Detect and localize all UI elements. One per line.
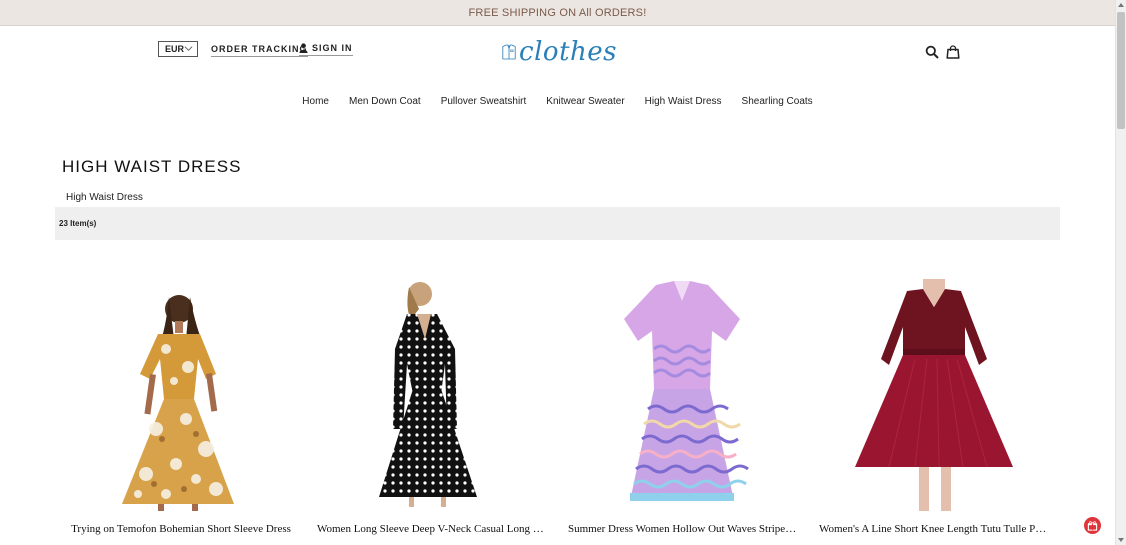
scrollbar-thumb[interactable]: [1117, 12, 1125, 129]
page-title: HIGH WAIST DRESS: [62, 157, 242, 176]
product-name[interactable]: Women Long Sleeve Deep V-Neck Casual Lon…: [317, 523, 547, 535]
product-image[interactable]: [317, 279, 547, 511]
striped-knit-dress-illustration: [624, 281, 749, 501]
floating-chat-button[interactable]: [1084, 517, 1101, 534]
user-icon: [299, 43, 308, 53]
promo-bar: FREE SHIPPING ON All ORDERS!: [0, 0, 1115, 26]
nav-item-home[interactable]: Home: [302, 96, 329, 107]
nav-item-pullover-sweatshirt[interactable]: Pullover Sweatshirt: [441, 96, 527, 107]
polka-dot-dress-illustration: [379, 282, 477, 507]
product-image[interactable]: [819, 279, 1049, 511]
shopping-bag-icon[interactable]: [946, 45, 960, 59]
vertical-scrollbar[interactable]: [1115, 0, 1126, 545]
order-tracking-label: ORDER TRACKING: [211, 44, 308, 54]
product-card[interactable]: Women Long Sleeve Deep V-Neck Casual Lon…: [317, 279, 547, 535]
product-toolbar: 23 Item(s): [55, 207, 1060, 240]
nav-item-high-waist-dress[interactable]: High Waist Dress: [645, 96, 722, 107]
main-nav: Home Men Down Coat Pullover Sweatshirt K…: [0, 96, 1115, 107]
product-image[interactable]: [66, 279, 296, 511]
tulle-skirt-illustration: [855, 279, 1013, 511]
scroll-down-arrow-icon[interactable]: [1118, 538, 1124, 542]
nav-item-shearling-coats[interactable]: Shearling Coats: [742, 96, 813, 107]
item-count: 23 Item(s): [59, 219, 97, 228]
scroll-up-arrow-icon[interactable]: [1118, 3, 1124, 7]
shirt-logo-icon: [502, 44, 516, 60]
subcategory-link[interactable]: High Waist Dress: [66, 192, 143, 203]
currency-value: EUR: [165, 44, 185, 54]
nav-item-knitwear-sweater[interactable]: Knitwear Sweater: [546, 96, 624, 107]
product-card[interactable]: Trying on Temofon Bohemian Short Sleeve …: [66, 279, 296, 535]
search-icon[interactable]: [925, 45, 939, 59]
floral-dress-illustration: [122, 295, 234, 511]
product-name[interactable]: Trying on Temofon Bohemian Short Sleeve …: [66, 523, 296, 535]
sign-in-label: SIGN IN: [312, 43, 353, 53]
logo-text: clothes: [519, 37, 617, 67]
chevron-down-icon: [184, 46, 193, 51]
nav-item-men-down-coat[interactable]: Men Down Coat: [349, 96, 421, 107]
product-name[interactable]: Summer Dress Women Hollow Out Waves Stri…: [568, 523, 798, 535]
page: FREE SHIPPING ON All ORDERS! EUR ORDER T…: [0, 0, 1115, 545]
logo[interactable]: clothes: [502, 32, 617, 72]
currency-select[interactable]: EUR: [158, 41, 198, 57]
product-card[interactable]: Summer Dress Women Hollow Out Waves Stri…: [568, 279, 798, 535]
gift-icon: [1087, 521, 1098, 531]
product-image[interactable]: [568, 279, 798, 511]
product-card[interactable]: Women's A Line Short Knee Length Tutu Tu…: [819, 279, 1049, 535]
product-name[interactable]: Women's A Line Short Knee Length Tutu Tu…: [819, 523, 1049, 535]
sign-in-link[interactable]: SIGN IN: [299, 43, 353, 56]
order-tracking-link[interactable]: ORDER TRACKING: [211, 44, 308, 57]
promo-text: FREE SHIPPING ON All ORDERS!: [468, 6, 647, 19]
